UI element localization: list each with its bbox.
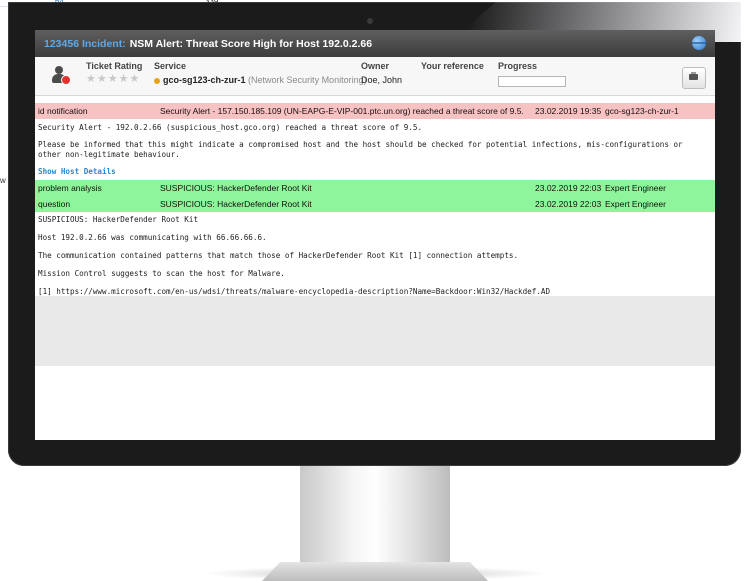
progress-label: Progress bbox=[498, 61, 538, 71]
body-line: SUSPICIOUS: HackerDefender Root Kit bbox=[38, 215, 199, 224]
ticket-info-bar: Ticket Rating ★★★★★ Service gco-sg123-ch… bbox=[35, 57, 715, 96]
entry-summary: Security Alert - 157.150.185.109 (UN-EAP… bbox=[160, 106, 524, 116]
entry-date: 23.02.2019 19:35 bbox=[535, 106, 602, 116]
entry-type: question bbox=[38, 199, 71, 209]
ticket-id[interactable]: 123456 Incident: bbox=[44, 38, 126, 50]
owner-value: Doe, John bbox=[361, 75, 403, 85]
rating-stars[interactable]: ★★★★★ bbox=[86, 72, 140, 85]
print-button[interactable] bbox=[682, 67, 706, 89]
status-dot-icon bbox=[154, 77, 160, 84]
body-line: Host 192.0.2.66 was communicating with 6… bbox=[38, 233, 267, 242]
entry-date: 23.02.2019 22:03 bbox=[535, 199, 602, 209]
entry-body-2: SUSPICIOUS: HackerDefender Root Kit Host… bbox=[35, 212, 715, 297]
body-line: other non-legitimate behaviour. bbox=[38, 150, 180, 159]
camera-icon bbox=[367, 18, 373, 24]
your-reference-label: Your reference bbox=[421, 61, 484, 71]
body-line: The communication contained patterns tha… bbox=[38, 251, 519, 260]
entry-row-problem-analysis[interactable]: problem analysis SUSPICIOUS: HackerDefen… bbox=[35, 180, 715, 196]
entry-author: Expert Engineer bbox=[605, 183, 666, 193]
progress-bar bbox=[498, 76, 566, 87]
screen: 123456 Incident: NSM Alert: Threat Score… bbox=[35, 30, 715, 440]
service-label: Service bbox=[154, 61, 187, 71]
entry-date: 23.02.2019 22:03 bbox=[535, 183, 602, 193]
body-line: Security Alert - 192.0.2.66 (suspicious_… bbox=[38, 123, 423, 132]
entry-type: problem analysis bbox=[38, 183, 102, 193]
service-value: gco-sg123-ch-zur-1 (Network Security Mon… bbox=[154, 75, 367, 85]
monitor-stand-neck bbox=[300, 466, 450, 566]
user-alert-icon bbox=[52, 66, 71, 85]
entry-summary: SUSPICIOUS: HackerDefender Root Kit bbox=[160, 199, 312, 209]
globe-icon[interactable] bbox=[692, 36, 706, 50]
entry-row-id-notification[interactable]: id notification Security Alert - 157.150… bbox=[35, 103, 715, 119]
sheet-fragment: w bbox=[0, 176, 6, 185]
entry-summary: SUSPICIOUS: HackerDefender Root Kit bbox=[160, 183, 312, 193]
entry-author: Expert Engineer bbox=[605, 199, 666, 209]
body-line: Mission Control suggests to scan the hos… bbox=[38, 269, 285, 278]
show-host-details-link[interactable]: Show Host Details bbox=[38, 167, 116, 176]
entry-row-question[interactable]: question SUSPICIOUS: HackerDefender Root… bbox=[35, 196, 715, 212]
monitor-bezel: 123456 Incident: NSM Alert: Threat Score… bbox=[8, 2, 741, 466]
service-name[interactable]: gco-sg123-ch-zur-1 bbox=[163, 75, 246, 85]
monitor-stand-base bbox=[262, 562, 488, 581]
ticket-titlebar: 123456 Incident: NSM Alert: Threat Score… bbox=[35, 30, 715, 57]
body-line: Please be informed that this might indic… bbox=[38, 140, 683, 149]
ticket-title: NSM Alert: Threat Score High for Host 19… bbox=[129, 37, 373, 50]
entry-body-1: Security Alert - 192.0.2.66 (suspicious_… bbox=[35, 119, 715, 177]
entry-author: gco-sg123-ch-zur-1 bbox=[605, 106, 679, 116]
ticket-rating-label: Ticket Rating bbox=[86, 61, 143, 71]
empty-content-area bbox=[35, 296, 715, 366]
entry-type: id notification bbox=[38, 106, 88, 116]
service-note: (Network Security Monitoring) bbox=[248, 75, 367, 85]
owner-label: Owner bbox=[361, 61, 390, 71]
